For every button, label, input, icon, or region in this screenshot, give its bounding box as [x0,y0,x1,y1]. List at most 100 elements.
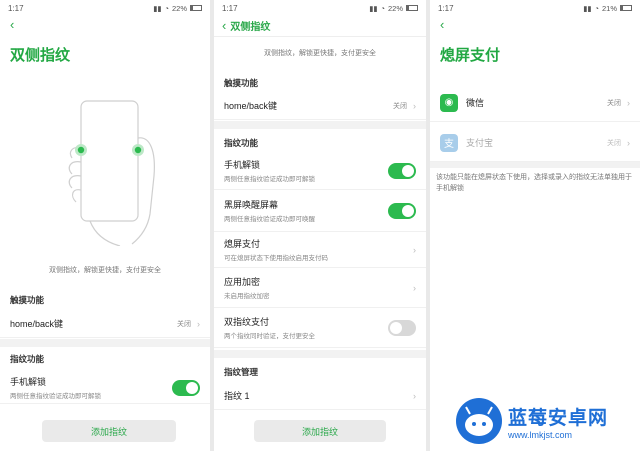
battery-icon [190,5,202,11]
row-main: 支 支付宝 [440,133,494,152]
row-text: 应用加密未启用指纹加密 [224,275,270,300]
row-sublabel: 两侧任意指纹验证成功即可解锁 [10,393,101,400]
wake-screen-toggle[interactable] [388,202,416,219]
screen-dual-fingerprint-intro: 1:17 ▮▮ ◔ 22% ‹ 双侧指纹 双侧指纹，解锁更快捷，支付更安全 触摸… [0,0,210,451]
chevron-right-icon: › [413,390,416,401]
row-text: 黑屏唤醒屏幕两侧任意指纹验证成功即可唤醒 [224,198,315,223]
status-bar: 1:17 ▮▮ ◔ 21% [430,0,640,16]
back-arrow-icon[interactable]: ‹ [440,18,444,32]
row-screen-off-payment[interactable]: 熄屏支付可在熄屏状态下使用指纹启用支付码 › [214,232,426,268]
row-value: 关闭 [393,102,407,110]
section-gap [430,162,640,168]
chevron-right-icon: › [197,318,200,329]
page-title: 双侧指纹 [230,22,271,33]
payment-note: 该功能只能在熄屏状态下使用，选择或录入的指纹无法单独用于手机解锁 [436,174,632,192]
section-fingerprint-functions: 指纹功能 [224,138,259,148]
section-gap [214,121,426,129]
battery-icon [620,5,632,11]
row-label: home/back键 [224,101,278,111]
signal-icon: ▮▮ [583,3,592,13]
row-value: 关闭 [177,320,191,328]
wifi-icon: ◔ [594,3,599,13]
row-text: 熄屏支付可在熄屏状态下使用指纹启用支付码 [224,237,328,262]
unlock-toggle[interactable] [172,379,200,396]
header: ‹ 双侧指纹 [222,18,270,33]
row-home-back-key[interactable]: home/back键 关闭 › [0,310,210,338]
watermark-text: 蓝莓安卓网 www.lmkjst.com [508,403,608,440]
battery-percent: 22% [171,3,187,13]
row-label: 手机解锁 [10,377,47,387]
chevron-right-icon: › [413,244,416,255]
row-wake-screen: 黑屏唤醒屏幕两侧任意指纹验证成功即可唤醒 [214,190,426,232]
row-home-back-key[interactable]: home/back键 关闭 › [214,92,426,120]
section-fingerprint-management: 指纹管理 [224,367,259,377]
row-label: 熄屏支付 [224,239,261,249]
row-label: 微信 [466,98,485,108]
row-value-wrap: 关闭 › [393,101,416,111]
wifi-icon: ◔ [164,3,169,13]
row-label: 黑屏唤醒屏幕 [224,200,279,210]
battery-percent: 21% [601,3,617,13]
screen-screen-off-payment: 1:17 ▮▮ ◔ 21% ‹ 熄屏支付 ◉ 微信 关闭 › 支 支付宝 关闭 › … [430,0,640,451]
chevron-right-icon: › [627,97,630,108]
phone-hand-illustration [68,100,155,246]
watermark: 蓝莓安卓网 www.lmkjst.com [456,398,608,444]
status-icons: ▮▮ ◔ 22% [369,4,418,13]
row-label: 双指纹支付 [224,317,270,327]
screen-dual-fingerprint-settings: 1:17 ▮▮ ◔ 22% ‹ 双侧指纹 双侧指纹，解锁更快捷，支付更安全 触摸… [214,0,426,451]
status-bar: 1:17 ▮▮ ◔ 22% [0,0,210,16]
add-fingerprint-button[interactable]: 添加指纹 [254,420,386,442]
row-alipay[interactable]: 支 支付宝 关闭 › [430,124,640,162]
watermark-logo-icon [456,398,502,444]
section-fingerprint-functions: 指纹功能 [10,354,45,364]
section-touch-functions: 触摸功能 [10,295,45,305]
row-phone-unlock: 手机解锁 两侧任意指纹验证成功即可解锁 [0,372,210,404]
section-gap [214,350,426,358]
status-time: 1:17 [222,3,238,13]
section-gap [0,339,210,347]
wifi-icon: ◔ [380,3,385,13]
row-value-wrap: 关闭 › [607,138,630,148]
row-sublabel: 两侧任意指纹验证成功即可解锁 [224,176,315,183]
status-time: 1:17 [438,3,454,13]
watermark-title: 蓝莓安卓网 [508,407,609,429]
row-fingerprint-1[interactable]: 指纹 1 › [214,382,426,410]
page-title: 双侧指纹 [10,47,71,64]
chevron-right-icon: › [627,137,630,148]
back-arrow-icon[interactable]: ‹ [222,18,226,33]
header-divider [214,36,426,37]
dual-fingerprint-payment-toggle[interactable] [388,319,416,336]
row-value-wrap: 关闭 › [177,319,200,329]
wechat-icon: ◉ [440,93,458,112]
row-value: 关闭 [607,139,621,147]
row-app-encryption[interactable]: 应用加密未启用指纹加密 › [214,268,426,308]
intro-caption: 双侧指纹，解锁更快捷，支付更安全 [264,50,376,57]
back-arrow-icon[interactable]: ‹ [10,18,14,32]
row-label: 指纹 1 [224,391,250,401]
row-value: 关闭 [607,99,621,107]
row-sublabel: 两侧任意指纹验证成功即可唤醒 [224,216,315,223]
row-phone-unlock: 手机解锁 两侧任意指纹验证成功即可解锁 [214,152,426,190]
row-sublabel: 可在熄屏状态下使用指纹启用支付码 [224,255,328,262]
row-dual-fingerprint-payment: 双指纹支付两个指纹同时验证，支付更安全 [214,308,426,348]
row-value-wrap: 关闭 › [607,98,630,108]
chevron-right-icon: › [413,100,416,111]
phone-unlock-toggle[interactable] [388,162,416,179]
fingerprint-function-list: 手机解锁 两侧任意指纹验证成功即可解锁 黑屏唤醒屏幕 两侧任意指纹验证成功即可唤醒 … [214,152,426,348]
row-wechat[interactable]: ◉ 微信 关闭 › [430,84,640,122]
toggle-knob [390,321,402,334]
row-label: home/back键 [10,319,64,329]
row-sublabel: 未启用指纹加密 [224,293,270,300]
row-label: 应用加密 [224,277,261,287]
add-fingerprint-button[interactable]: 添加指纹 [42,420,176,442]
row-text: 双指纹支付两个指纹同时验证，支付更安全 [224,315,315,340]
row-label: 支付宝 [466,138,494,148]
signal-icon: ▮▮ [369,3,378,13]
row-sublabel: 两个指纹同时验证，支付更安全 [224,333,315,340]
alipay-icon: 支 [440,133,458,152]
status-icons: ▮▮ ◔ 22% [153,4,202,13]
chevron-right-icon: › [413,282,416,293]
intro-caption: 双侧指纹，解锁更快捷，支付更安全 [49,267,161,274]
row-text: 手机解锁 两侧任意指纹验证成功即可解锁 [10,375,101,400]
status-icons: ▮▮ ◔ 21% [583,4,632,13]
